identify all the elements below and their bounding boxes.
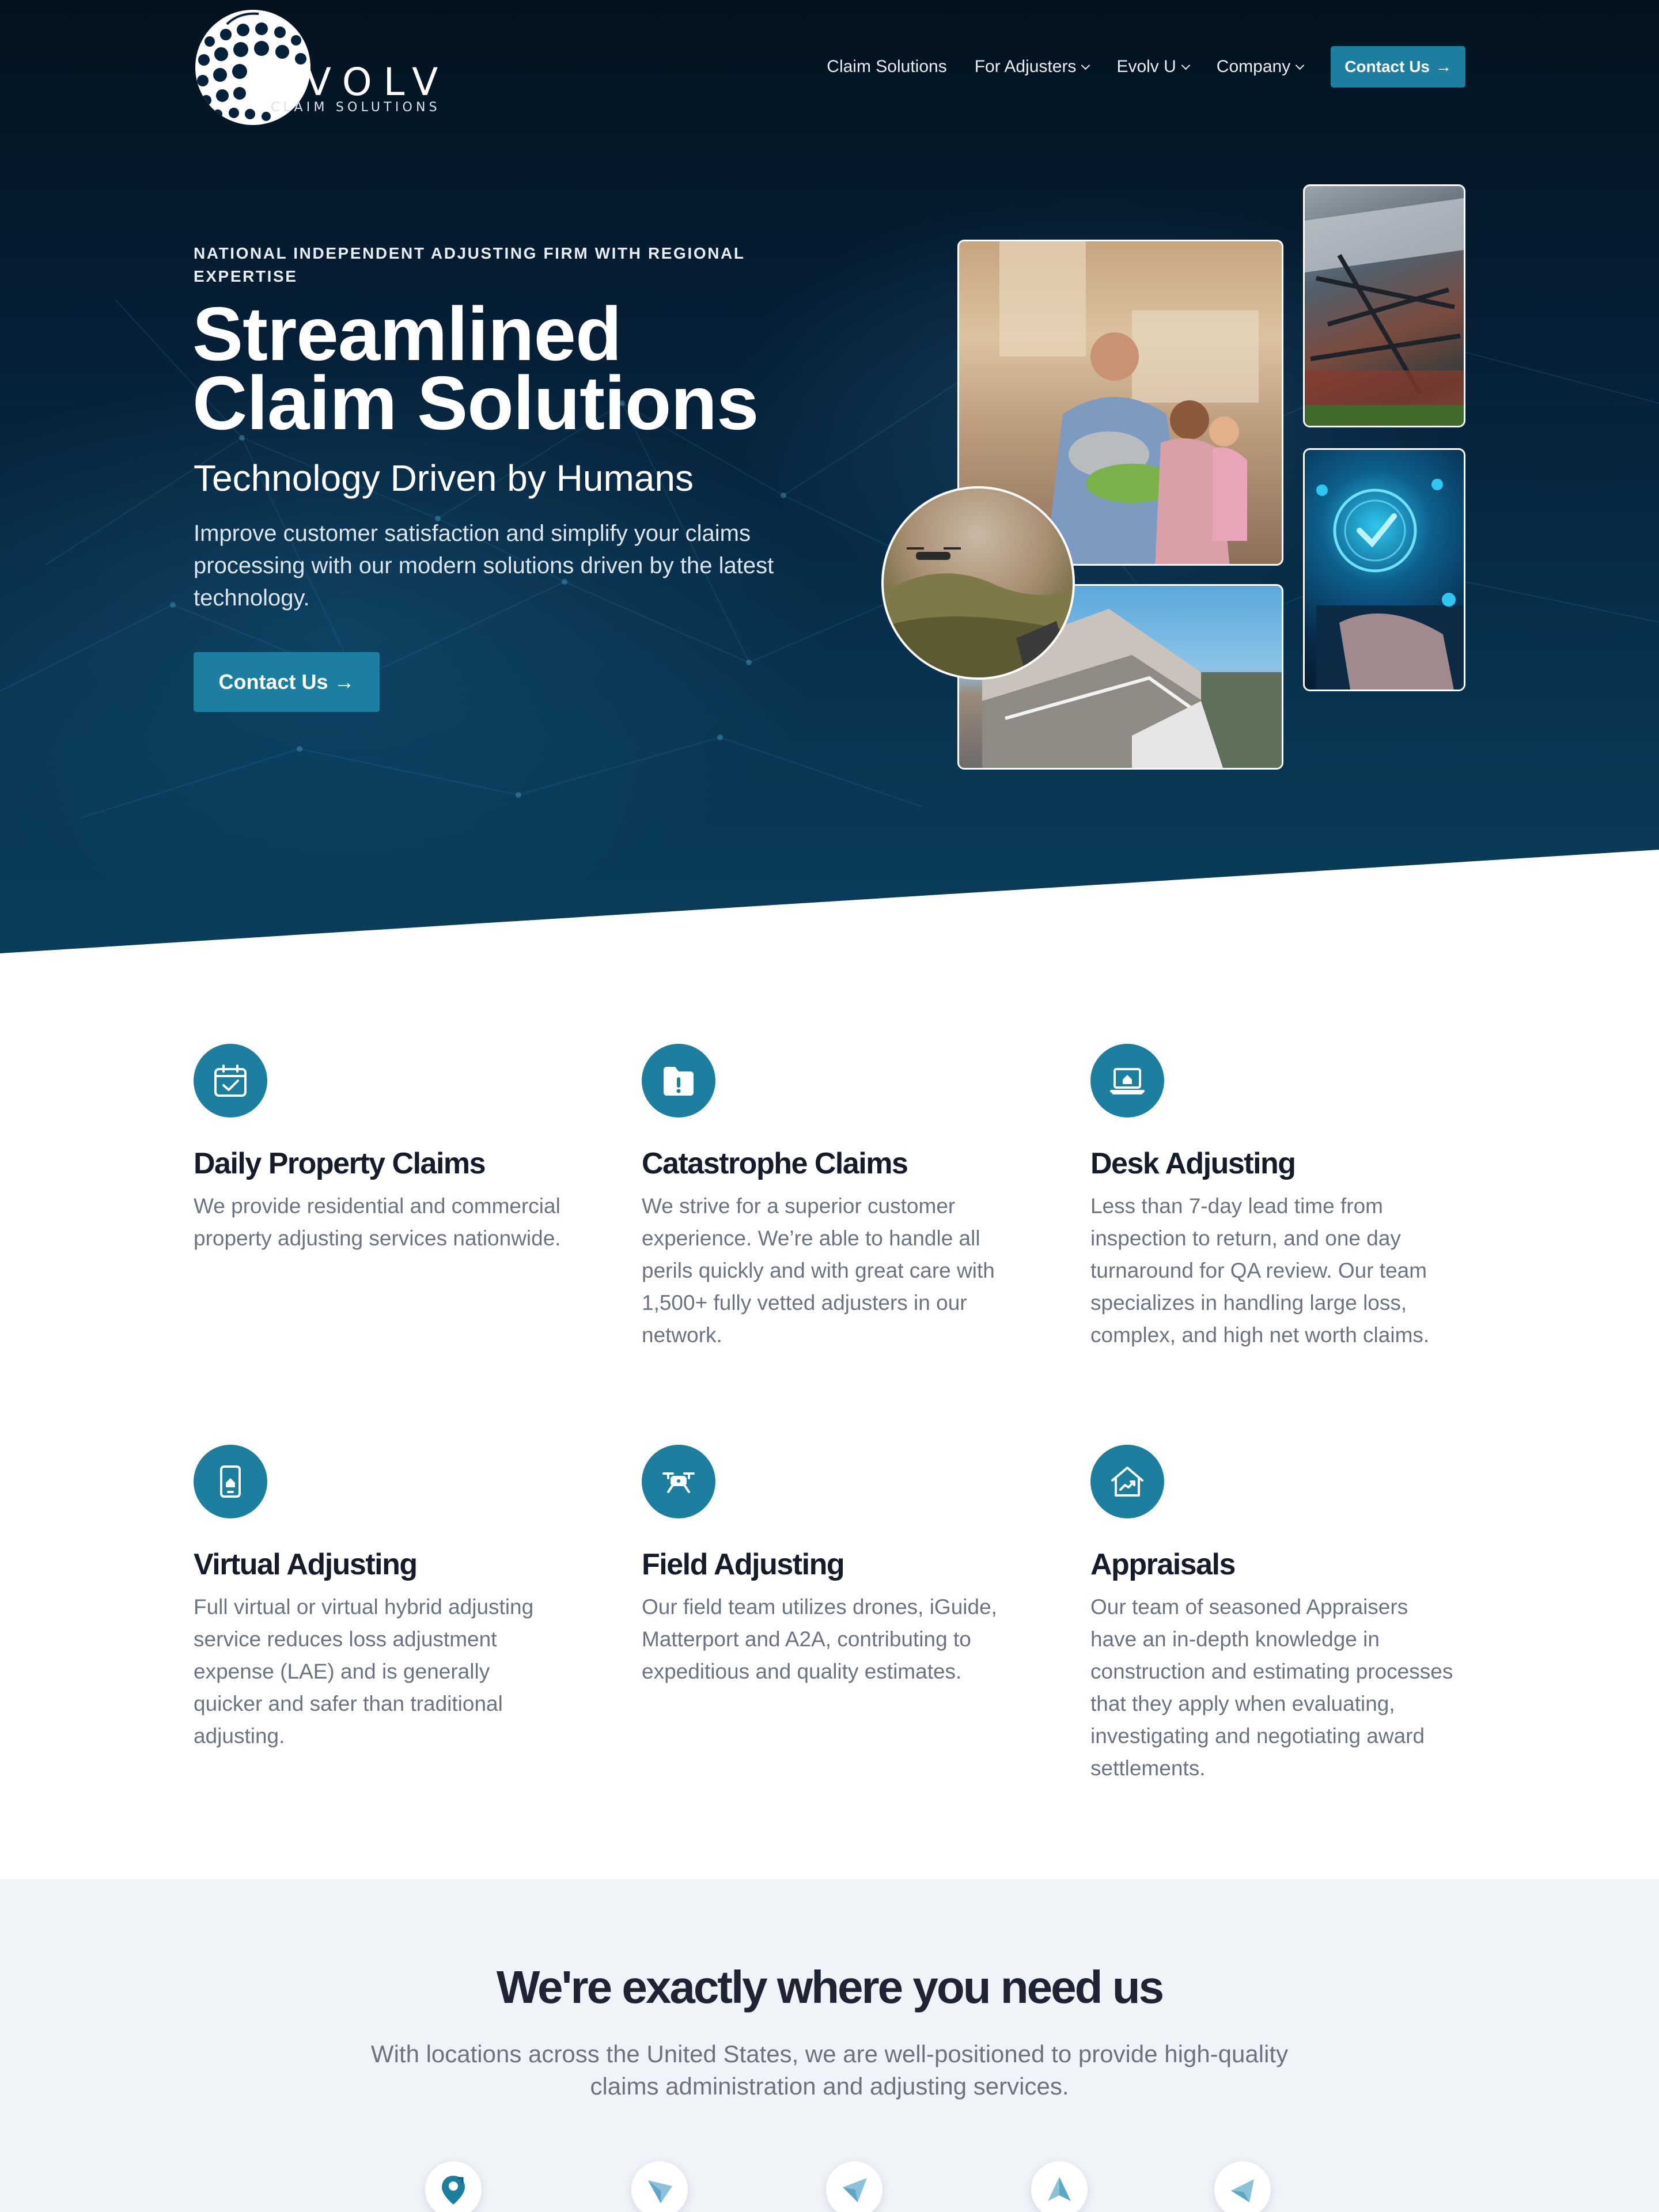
locations-subtitle: With locations across the United States,…: [370, 2040, 1289, 2100]
service-title: Appraisals: [1090, 1548, 1236, 1581]
brand-logo[interactable]: EVOLV CLAIM SOLUTIONS: [192, 7, 457, 128]
chevron-down-icon: [1081, 60, 1090, 70]
nav-company[interactable]: Company: [1216, 57, 1305, 77]
service-virtual-adjusting: Virtual Adjusting Full virtual or virtua…: [194, 1445, 562, 1752]
navigation-arrow-icon[interactable]: [1031, 2161, 1088, 2212]
calendar-check-icon: [194, 1044, 267, 1118]
service-title: Catastrophe Claims: [642, 1147, 908, 1180]
service-description: Our team of seasoned Appraisers have an …: [1090, 1595, 1453, 1780]
laptop-home-icon: [1090, 1044, 1164, 1118]
hero-contact-button[interactable]: Contact Us →: [194, 652, 380, 712]
house-chart-icon: [1090, 1445, 1164, 1518]
service-description: Less than 7-day lead time from inspectio…: [1090, 1194, 1430, 1347]
hero-lead: Improve customer satisfaction and simpli…: [194, 521, 774, 611]
service-desk-adjusting: Desk Adjusting Less than 7-day lead time…: [1090, 1044, 1459, 1351]
button-label: Contact Us: [1344, 58, 1430, 75]
arrow-right-icon: →: [334, 670, 355, 694]
locations-section: We're exactly where you need us With loc…: [0, 1879, 1659, 2212]
map-pin-icon[interactable]: [425, 2161, 482, 2212]
service-title: Field Adjusting: [642, 1548, 845, 1581]
nav-label: For Adjusters: [974, 57, 1077, 76]
nav-label: Evolv U: [1116, 57, 1176, 76]
nav-evolv-u[interactable]: Evolv U: [1116, 57, 1191, 77]
hero-title-line2: Claim Solutions: [192, 361, 759, 445]
button-label: Contact Us: [218, 670, 328, 694]
navigation-arrow-icon[interactable]: [631, 2161, 688, 2212]
service-description: Our field team utilizes drones, iGuide, …: [642, 1595, 997, 1683]
navigation-arrow-icon[interactable]: [826, 2161, 882, 2212]
service-daily-property-claims: Daily Property Claims We provide residen…: [194, 1044, 562, 1255]
service-catastrophe-claims: Catastrophe Claims We strive for a super…: [642, 1044, 1010, 1351]
service-title: Daily Property Claims: [194, 1147, 486, 1180]
storm-debris-photo: [1303, 184, 1465, 427]
chevron-down-icon: [1295, 60, 1305, 70]
drone-photo: [881, 486, 1075, 680]
service-title: Desk Adjusting: [1090, 1147, 1296, 1180]
arrow-right-icon: →: [1435, 58, 1452, 75]
drone-icon: [642, 1445, 715, 1518]
hero-eyebrow: NATIONAL INDEPENDENT ADJUSTING FIRM WITH…: [194, 244, 745, 285]
hero-tagline: Technology Driven by Humans: [194, 457, 694, 499]
service-description: We strive for a superior customer experi…: [642, 1194, 995, 1347]
tech-checkmark-photo: [1303, 448, 1465, 691]
nav-claim-solutions[interactable]: Claim Solutions: [827, 57, 946, 77]
tablet-home-icon: [194, 1445, 267, 1518]
main-nav: Claim Solutions For Adjusters Evolv U Co…: [799, 46, 1465, 88]
nav-for-adjusters[interactable]: For Adjusters: [974, 57, 1090, 77]
nav-label: Claim Solutions: [827, 57, 947, 76]
service-description: Full virtual or virtual hybrid adjusting…: [194, 1595, 534, 1748]
navigation-arrow-icon[interactable]: [1214, 2161, 1271, 2212]
logo-wordmark: EVOLV: [270, 60, 450, 104]
service-field-adjusting: Field Adjusting Our field team utilizes …: [642, 1445, 1010, 1688]
folder-alert-icon: [642, 1044, 715, 1118]
hero-section: EVOLV CLAIM SOLUTIONS Claim Solutions Fo…: [0, 0, 1659, 953]
service-appraisals: Appraisals Our team of seasoned Appraise…: [1090, 1445, 1459, 1785]
nav-label: Company: [1216, 57, 1291, 76]
header-contact-button[interactable]: Contact Us →: [1331, 46, 1465, 88]
service-description: We provide residential and commercial pr…: [194, 1194, 561, 1250]
hero-title: Streamlined Claim Solutions: [192, 296, 826, 441]
locations-title: We're exactly where you need us: [496, 1961, 1164, 2013]
service-title: Virtual Adjusting: [194, 1548, 418, 1581]
chevron-down-icon: [1181, 60, 1191, 70]
logo-subtitle: CLAIM SOLUTIONS: [271, 100, 441, 115]
